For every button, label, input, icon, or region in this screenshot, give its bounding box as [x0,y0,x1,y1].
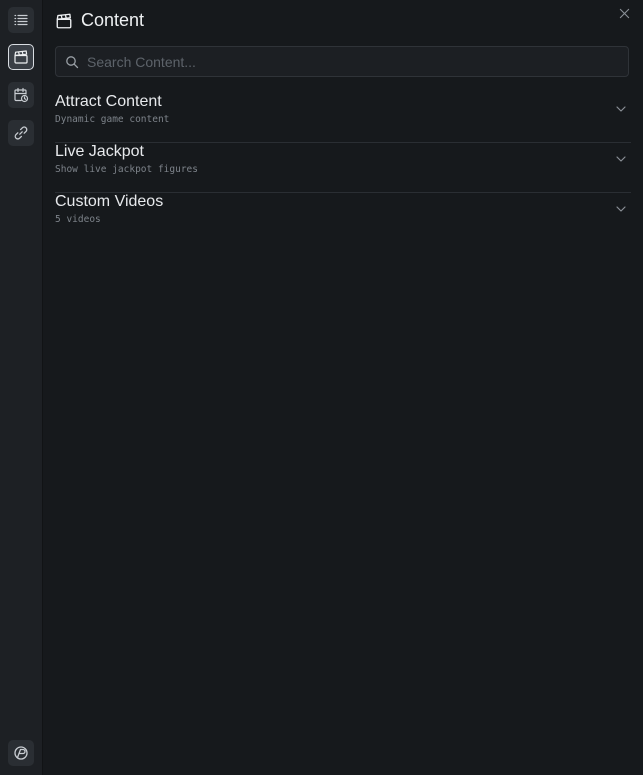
chevron-down-icon [616,206,626,212]
link-icon [14,126,28,140]
calendar-clock-icon [14,87,29,103]
rail-button-list[interactable] [8,7,34,33]
logo-icon [14,746,28,760]
search-input[interactable] [87,53,628,70]
accordion-custom-videos[interactable]: Custom Videos 5 videos [55,193,631,243]
sidebar-rail [0,0,43,775]
chevron-down-icon [616,106,626,112]
search-icon [66,55,79,68]
accordion-live-jackpot[interactable]: Live Jackpot Show live jackpot figures [55,143,631,193]
search-box [55,46,629,77]
list-icon [14,14,28,26]
clapperboard-icon [56,13,72,28]
app-window: Content Attract Content Dynamic game con [0,0,643,775]
close-button[interactable] [617,6,631,20]
close-icon [619,8,629,18]
rail-footer-logo[interactable] [8,740,34,766]
rail-button-content[interactable] [8,44,34,70]
page-title: Content [81,10,145,30]
section-subtitle: Show live jackpot figures [55,164,198,175]
section-subtitle: Dynamic game content [55,114,170,125]
section-subtitle: 5 videos [55,214,101,225]
panel-header: Content [55,10,144,31]
clapperboard-icon [14,50,28,64]
chevron-down-icon [616,156,626,162]
section-title: Live Jackpot [55,143,144,160]
accordion-attract-content[interactable]: Attract Content Dynamic game content [55,93,631,143]
section-title: Custom Videos [55,193,164,210]
content-panel: Content Attract Content Dynamic game con [43,0,643,775]
section-title: Attract Content [55,93,162,110]
rail-button-schedule[interactable] [8,82,34,108]
rail-button-links[interactable] [8,120,34,146]
